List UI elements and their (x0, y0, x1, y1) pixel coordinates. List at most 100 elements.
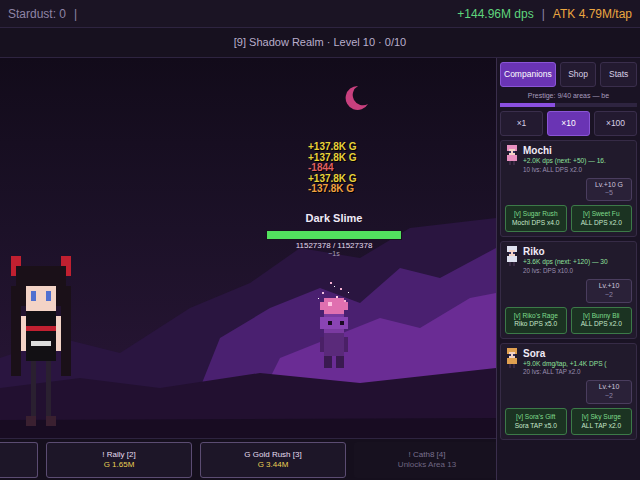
upgrade-effect: Sora TAP x5.0 (508, 422, 564, 431)
companion-name: Mochi (523, 145, 606, 157)
skill-button[interactable]: G Gold Rush [3]G 3.44M (200, 442, 346, 478)
multiplier-button[interactable]: ×10 (547, 111, 590, 136)
sidebar-tab[interactable]: Shop (560, 62, 597, 87)
upgrade-name: [v] Bunny Bli (574, 312, 630, 321)
levelup-button[interactable]: Lv.+10 G~5 (586, 178, 632, 202)
companion-stats: +2.0K dps (next: +50) — 16. (523, 157, 606, 166)
companion-name: Riko (523, 246, 608, 258)
skill-cost: Unlocks Area 13 (359, 460, 495, 470)
hp-bar (266, 230, 402, 240)
battle-scene[interactable]: +137.8K G+137.8K G-1844+137.8K G-137.8K … (0, 58, 496, 438)
prestige-fill (500, 103, 555, 107)
skill-label: G Gold Rush [3] (205, 450, 341, 460)
skill-button: ! Cath8 [4]Unlocks Area 13 (354, 442, 500, 478)
hp-fill (267, 231, 401, 239)
moon-icon (344, 84, 370, 112)
multiplier-row: ×1×10×100 (500, 111, 637, 136)
levelup-row: Lv.+10~2 (505, 380, 632, 404)
upgrade-button[interactable]: [v] Sora's GiftSora TAP x5.0 (505, 408, 567, 435)
upgrade-button[interactable]: [v] Sweet FuALL DPS x2.0 (571, 205, 633, 232)
heroine-icon (6, 256, 76, 431)
sidebar-tab[interactable]: Companions (500, 62, 556, 87)
stardust-counter: Stardust: 0 (8, 5, 66, 23)
companion-name: Sora (523, 348, 607, 360)
upgrade-name: [v] Sky Surge (574, 413, 630, 422)
upgrade-name: [v] Sugar Rush (508, 210, 564, 219)
levelup-cost: ~2 (593, 291, 625, 300)
companion-milestone: 20 lvs: DPS x10.0 (523, 267, 608, 275)
levelup-row: Lv.+10 G~5 (505, 178, 632, 202)
companion-stats: +9.0K dmg/tap, +1.4K DPS ( (523, 360, 607, 369)
damage-number: +137.8K G (308, 174, 357, 185)
levelup-label: Lv.+10 (593, 282, 625, 291)
damage-number: +137.8K G (308, 153, 357, 164)
skill-cost: G 3.44M (205, 460, 341, 470)
upgrade-effect: Riko DPS x5.0 (508, 320, 564, 329)
area-title: [9] Shadow Realm · Level 10 · 0/10 (234, 34, 406, 51)
hp-text: 11527378 / 11527378 (246, 241, 422, 251)
multiplier-button[interactable]: ×1 (500, 111, 543, 136)
area-bar: [9] Shadow Realm · Level 10 · 0/10 (0, 28, 640, 58)
levelup-label: Lv.+10 (593, 383, 625, 392)
attack-counter: ATK 4.79M/tap (553, 5, 632, 23)
levelup-cost: ~2 (593, 392, 625, 401)
slime-icon (312, 298, 356, 368)
companion-info: Sora+9.0K dmg/tap, +1.4K DPS (20 lvs: AL… (523, 348, 607, 377)
upgrade-button[interactable]: [v] Sugar RushMochi DPS x4.0 (505, 205, 567, 232)
separator: | (74, 5, 77, 23)
prestige-label: Prestige: 9/40 areas — be (500, 91, 637, 102)
companion-milestone: 20 lvs: ALL TAP x2.0 (523, 368, 607, 376)
side-panel: CompanionsShopStats Prestige: 9/40 areas … (496, 58, 640, 480)
multiplier-button[interactable]: ×100 (594, 111, 637, 136)
sidebar-tab[interactable]: Stats (600, 62, 637, 87)
levelup-button[interactable]: Lv.+10~2 (586, 380, 632, 404)
companion-milestone: 10 lvs: ALL DPS x2.0 (523, 166, 606, 174)
companion-card: Riko+3.6K dps (next: +120) — 3020 lvs: D… (500, 241, 637, 338)
damage-number: +137.8K G (308, 142, 357, 153)
upgrade-button[interactable]: [v] Sky SurgeALL TAP x2.0 (571, 408, 633, 435)
upgrade-name: [v] Sweet Fu (574, 210, 630, 219)
skill-label: ! Rally [2] (51, 450, 187, 460)
attack-timer: ~1s (246, 250, 422, 258)
companion-avatar-icon (505, 348, 519, 368)
levelup-cost: ~5 (593, 189, 625, 198)
companion-header: Sora+9.0K dmg/tap, +1.4K DPS (20 lvs: AL… (505, 348, 632, 377)
upgrade-name: [v] Riko's Rage (508, 312, 564, 321)
damage-number: -1844 (308, 163, 357, 174)
companion-card: Mochi+2.0K dps (next: +50) — 16.10 lvs: … (500, 140, 637, 237)
enemy-panel: Dark Slime 11527378 / 11527378~1s (246, 210, 422, 258)
companion-avatar-icon (505, 246, 519, 266)
skill-bar: ! Rally [2]G 1.65MG Gold Rush [3]G 3.44M… (0, 438, 496, 480)
upgrade-button[interactable]: [v] Bunny BliALL DPS x2.0 (571, 307, 633, 334)
levelup-button[interactable]: Lv.+10~2 (586, 279, 632, 303)
levelup-label: Lv.+10 G (593, 181, 625, 190)
companion-card: Sora+9.0K dmg/tap, +1.4K DPS (20 lvs: AL… (500, 343, 637, 440)
upgrade-effect: Mochi DPS x4.0 (508, 219, 564, 228)
companion-header: Riko+3.6K dps (next: +120) — 3020 lvs: D… (505, 246, 632, 275)
upgrade-row: [v] Sugar RushMochi DPS x4.0[v] Sweet Fu… (505, 205, 632, 232)
damage-numbers: +137.8K G+137.8K G-1844+137.8K G-137.8K … (308, 142, 357, 195)
companion-info: Mochi+2.0K dps (next: +50) — 16.10 lvs: … (523, 145, 606, 174)
skill-cost: G 1.65M (51, 460, 187, 470)
top-bar: Stardust: 0|+144.96M dps|ATK 4.79M/tap (0, 0, 640, 28)
skill-button[interactable]: ! Rally [2]G 1.65M (46, 442, 192, 478)
companion-list: Mochi+2.0K dps (next: +50) — 16.10 lvs: … (500, 140, 637, 440)
game-column: +137.8K G+137.8K G-1844+137.8K G-137.8K … (0, 58, 496, 480)
terrain-icon (0, 188, 496, 438)
main-area: +137.8K G+137.8K G-1844+137.8K G-137.8K … (0, 58, 640, 480)
upgrade-effect: ALL TAP x2.0 (574, 422, 630, 431)
enemy-name: Dark Slime (246, 210, 422, 227)
upgrade-name: [v] Sora's Gift (508, 413, 564, 422)
tab-row: CompanionsShopStats (500, 62, 637, 87)
separator: | (542, 5, 545, 23)
skill-label: ! Cath8 [4] (359, 450, 495, 460)
companion-avatar-icon (505, 145, 519, 165)
companion-info: Riko+3.6K dps (next: +120) — 3020 lvs: D… (523, 246, 608, 275)
upgrade-effect: ALL DPS x2.0 (574, 219, 630, 228)
game-window: Stardust: 0|+144.96M dps|ATK 4.79M/tap [… (0, 0, 640, 480)
upgrade-button[interactable]: [v] Riko's RageRiko DPS x5.0 (505, 307, 567, 334)
companion-header: Mochi+2.0K dps (next: +50) — 16.10 lvs: … (505, 145, 632, 174)
skill-button[interactable] (0, 442, 38, 478)
upgrade-effect: ALL DPS x2.0 (574, 320, 630, 329)
prestige-bar (500, 103, 637, 107)
